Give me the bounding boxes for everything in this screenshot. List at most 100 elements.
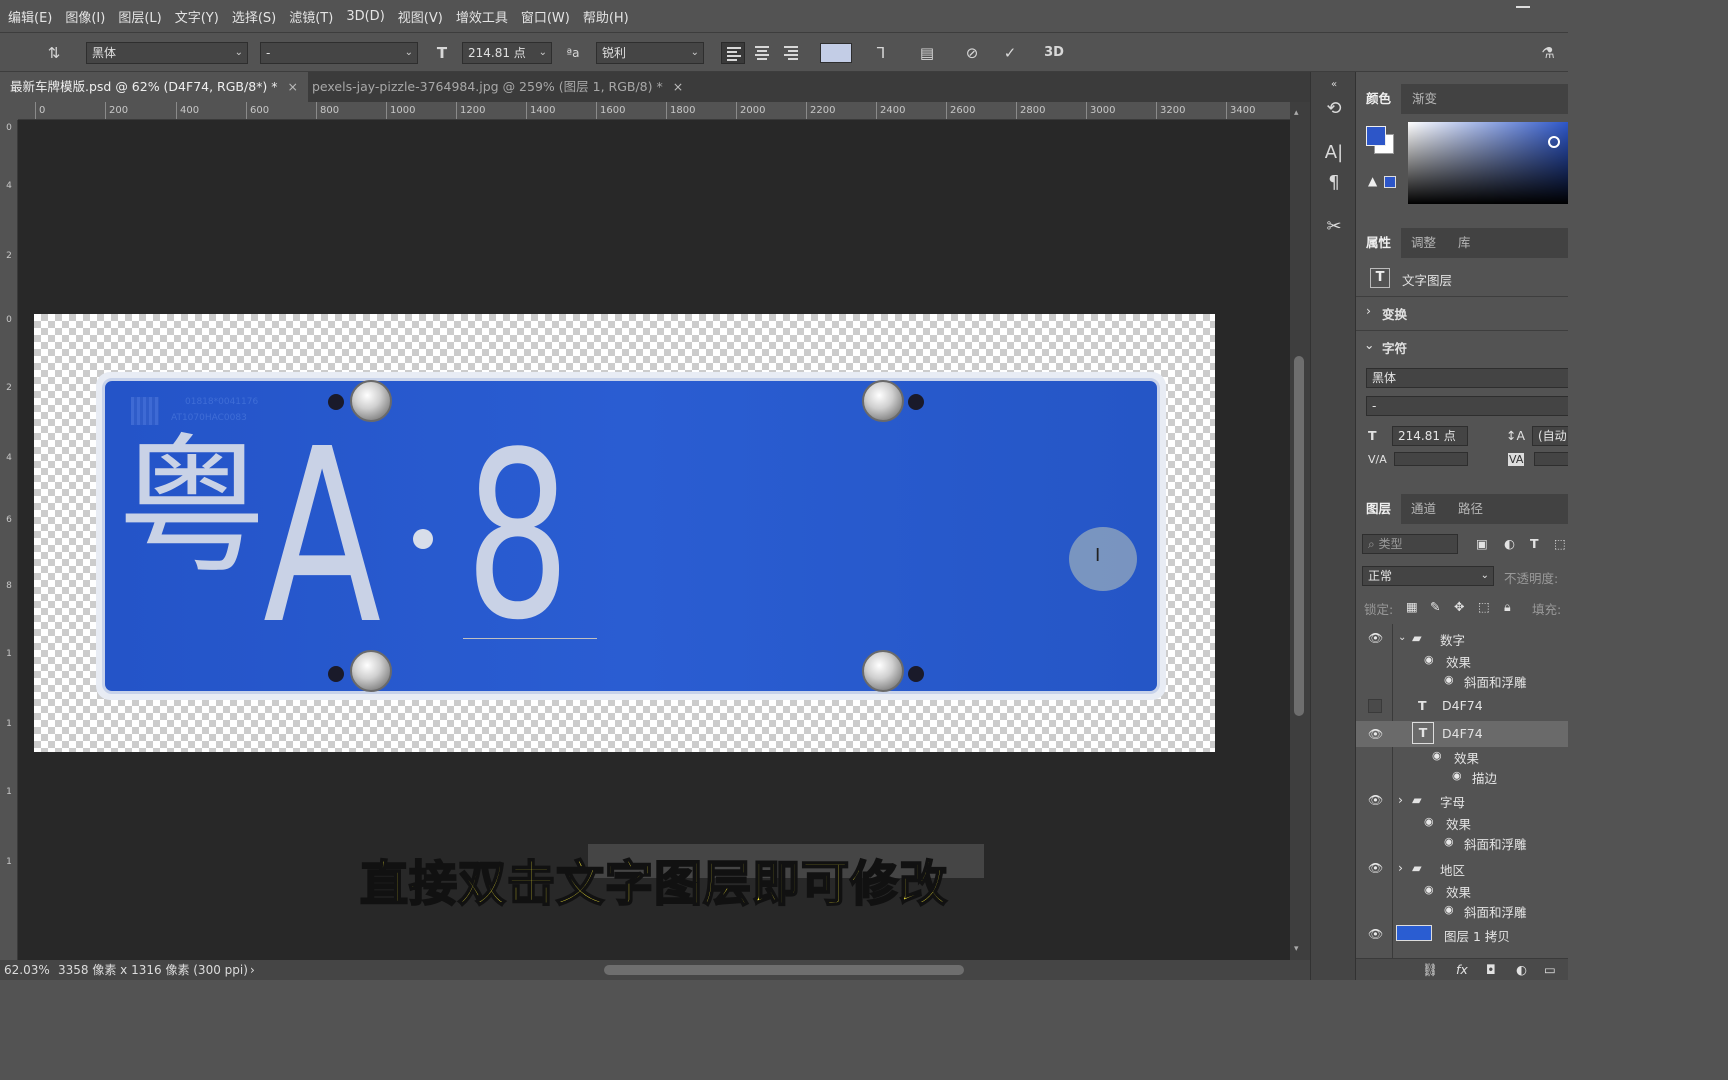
flask-icon[interactable]: ⚗ (1538, 43, 1558, 63)
eye-icon[interactable]: 👁︎ (1368, 793, 1383, 807)
layer-row[interactable]: 👁︎ 图层 1 拷贝 (1356, 923, 1568, 945)
eye-icon[interactable]: ◉ (1444, 673, 1454, 686)
color-picker-field[interactable] (1408, 122, 1568, 204)
zoom-level[interactable]: 62.03% (4, 960, 50, 980)
layer-row-selected[interactable]: 👁︎ T D4F74 (1356, 721, 1568, 747)
minimize-icon[interactable] (1516, 6, 1530, 8)
eye-icon[interactable]: 👁︎ (1368, 927, 1383, 941)
menu-edit[interactable]: 编辑(E) (8, 7, 52, 26)
layer-row[interactable]: T D4F74 (1356, 695, 1568, 717)
paragraph-icon[interactable]: ¶ (1323, 172, 1345, 194)
layer-row[interactable]: 👁︎ › ▰ 字母 (1356, 789, 1568, 811)
horizontal-scrollbar[interactable] (270, 960, 1290, 980)
filter-type-icon[interactable]: T (1530, 536, 1539, 551)
close-icon[interactable]: × (673, 79, 683, 94)
tools-icon[interactable]: ✂ (1323, 216, 1345, 238)
eye-icon[interactable]: ◉ (1432, 749, 1442, 762)
prop-kerning[interactable] (1394, 452, 1468, 466)
transform-section[interactable]: 变换 (1382, 304, 1407, 323)
eye-icon[interactable]: 👁︎ (1368, 727, 1383, 741)
eye-icon[interactable]: ◉ (1424, 815, 1434, 828)
layer-row[interactable]: ◉ 效果 (1356, 745, 1568, 767)
close-icon[interactable]: × (288, 79, 298, 94)
prop-tracking[interactable] (1534, 452, 1568, 466)
font-family-select[interactable]: 黑体 ⌄ (86, 42, 248, 64)
blend-mode-select[interactable]: 正常 ⌄ (1362, 566, 1494, 586)
layer-row[interactable]: ◉ 斜面和浮雕 (1356, 831, 1568, 853)
tab-layers[interactable]: 图层 (1356, 494, 1402, 524)
text-color-swatch[interactable] (820, 43, 852, 63)
scroll-up-icon[interactable]: ▴ (1294, 108, 1299, 118)
align-center-button[interactable] (750, 42, 774, 64)
eye-icon[interactable]: 👁︎ (1368, 861, 1383, 875)
add-mask-icon[interactable]: ◘ (1486, 962, 1496, 977)
collapse-panels-icon[interactable]: « (1323, 74, 1345, 96)
fx-icon[interactable]: fx (1456, 962, 1468, 977)
character-panel-icon[interactable]: ▤ (917, 43, 937, 63)
3d-button[interactable]: 3D (1044, 43, 1064, 63)
scroll-thumb[interactable] (1294, 356, 1304, 716)
plate-digit-char[interactable]: 8 (465, 423, 570, 653)
layer-row[interactable]: ◉ 描边 (1356, 765, 1568, 787)
align-right-button[interactable] (779, 42, 803, 64)
hidden-visibility-box[interactable] (1368, 699, 1382, 713)
font-style-select[interactable]: - ⌄ (260, 42, 418, 64)
lock-position-icon[interactable]: ✥ (1454, 599, 1464, 614)
color-picker-handle[interactable] (1548, 136, 1560, 148)
commit-check-icon[interactable]: ✓ (1000, 43, 1020, 63)
eye-icon[interactable]: ◉ (1444, 903, 1454, 916)
layer-row[interactable]: ◉ 效果 (1356, 649, 1568, 671)
text-orientation-icon[interactable]: ⇅ (44, 43, 64, 63)
new-group-icon[interactable]: ▭ (1544, 962, 1556, 977)
lock-all-icon[interactable]: 🔒︎ (1504, 599, 1511, 615)
menu-select[interactable]: 选择(S) (232, 7, 276, 26)
filter-adjustment-icon[interactable]: ◐ (1504, 536, 1515, 551)
document-canvas[interactable]: 01818*0041176 AT1070HAC0083 粤 A 8 I (34, 314, 1215, 752)
layer-row[interactable]: ◉ 效果 (1356, 879, 1568, 901)
filter-shape-icon[interactable]: ⬚ (1554, 536, 1566, 551)
layer-row[interactable]: ◉ 斜面和浮雕 (1356, 899, 1568, 921)
chevron-right-icon[interactable]: › (1398, 792, 1403, 807)
lock-artboard-icon[interactable]: ⬚ (1478, 599, 1490, 614)
history-icon[interactable]: ⟲ (1323, 98, 1345, 120)
eye-icon[interactable]: ◉ (1424, 883, 1434, 896)
layer-row[interactable]: 👁︎ ⌄ ▰ 数字 (1356, 627, 1568, 649)
eye-icon[interactable]: ◉ (1444, 835, 1454, 848)
menu-view[interactable]: 视图(V) (398, 7, 443, 26)
prop-font-style[interactable]: - (1366, 396, 1568, 416)
character-icon[interactable]: A| (1323, 142, 1345, 164)
chevron-right-icon[interactable]: › (250, 960, 255, 980)
tab-libraries[interactable]: 库 (1448, 228, 1481, 258)
foreground-color-swatch[interactable] (1366, 126, 1386, 146)
scroll-thumb[interactable] (604, 965, 964, 975)
vertical-scrollbar[interactable]: ▴ ▾ (1290, 102, 1310, 960)
tab-paths[interactable]: 路径 (1448, 494, 1493, 524)
eye-icon[interactable]: ◉ (1424, 653, 1434, 666)
chevron-right-icon[interactable]: › (1366, 303, 1371, 318)
character-section[interactable]: 字符 (1382, 338, 1407, 357)
warp-text-icon[interactable]: Ꞁ (871, 43, 891, 63)
tab-pexels-image[interactable]: pexels-jay-pizzle-3764984.jpg @ 259% (图层… (302, 72, 693, 102)
chevron-down-icon[interactable]: ⌄ (1364, 337, 1374, 352)
lock-transparent-icon[interactable]: ▦ (1406, 599, 1418, 614)
filter-pixel-icon[interactable]: ▣ (1476, 536, 1488, 551)
menu-3d[interactable]: 3D(D) (346, 9, 384, 24)
layer-row[interactable]: ◉ 斜面和浮雕 (1356, 669, 1568, 691)
link-layers-icon[interactable]: ⛓ (1422, 962, 1438, 978)
eye-icon[interactable]: 👁︎ (1368, 631, 1383, 645)
chevron-right-icon[interactable]: › (1398, 860, 1403, 875)
tab-gradient[interactable]: 渐变 (1402, 84, 1447, 114)
menu-window[interactable]: 窗口(W) (521, 7, 570, 26)
menu-help[interactable]: 帮助(H) (583, 7, 629, 26)
font-size-select[interactable]: 214.81 点 ⌄ (462, 42, 552, 64)
tab-properties[interactable]: 属性 (1356, 228, 1402, 258)
adjustment-layer-icon[interactable]: ◐ (1516, 962, 1527, 977)
layer-filter-select[interactable]: ⌕ 类型 (1362, 534, 1458, 554)
prop-font-size[interactable]: 214.81 点 (1392, 426, 1468, 446)
align-left-button[interactable] (721, 42, 745, 64)
lock-paint-icon[interactable]: ✎ (1430, 599, 1440, 614)
tab-channels[interactable]: 通道 (1401, 494, 1446, 524)
menu-layer[interactable]: 图层(L) (118, 7, 161, 26)
menu-type[interactable]: 文字(Y) (175, 7, 219, 26)
tab-color[interactable]: 颜色 (1356, 84, 1402, 114)
